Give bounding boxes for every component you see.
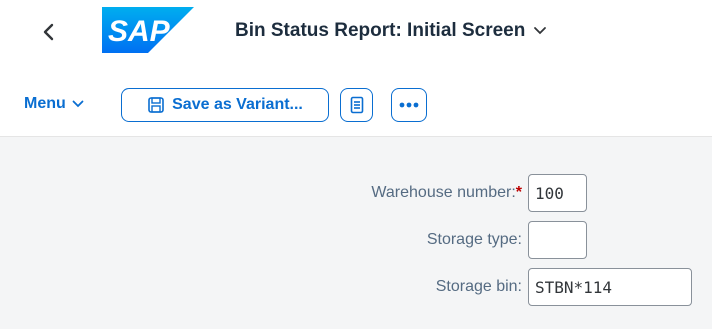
- warehouse-number-label: Warehouse number:*: [371, 184, 522, 201]
- save-as-variant-label: Save as Variant...: [172, 96, 303, 113]
- storage-bin-input[interactable]: STBN*114: [528, 268, 692, 306]
- menu-label: Menu: [24, 95, 66, 112]
- page-title: Bin Status Report: Initial Screen: [235, 20, 526, 41]
- selection-screen: Warehouse number:* 100 Storage type: Sto…: [0, 136, 712, 329]
- toolbar: Menu Save as Variant...: [0, 74, 712, 136]
- shell-header: SAP Bin Status Report: Initial Screen: [0, 0, 712, 74]
- warehouse-number-input[interactable]: 100: [528, 174, 587, 212]
- chevron-left-icon: [43, 23, 54, 41]
- storage-bin-label: Storage bin:: [435, 278, 522, 295]
- document-list-icon: [350, 96, 363, 114]
- menu-button[interactable]: Menu: [24, 95, 84, 113]
- storage-type-input[interactable]: [528, 221, 587, 259]
- required-marker: *: [515, 184, 522, 201]
- overflow-button[interactable]: [391, 88, 427, 122]
- save-icon: [148, 97, 164, 113]
- more-icon: [399, 102, 419, 108]
- sap-logo[interactable]: SAP: [102, 7, 194, 53]
- app-title-dropdown[interactable]: Bin Status Report: Initial Screen: [235, 20, 547, 42]
- chevron-down-icon: [72, 100, 84, 108]
- storage-bin-row: Storage bin: STBN*114: [0, 268, 712, 308]
- chevron-down-icon: [534, 27, 547, 35]
- save-as-variant-button[interactable]: Save as Variant...: [121, 88, 329, 122]
- sap-logo-text: SAP: [108, 15, 171, 48]
- warehouse-number-row: Warehouse number:* 100: [0, 174, 712, 214]
- storage-type-row: Storage type:: [0, 221, 712, 261]
- storage-type-label: Storage type:: [426, 231, 522, 248]
- back-button[interactable]: [36, 17, 62, 47]
- details-button[interactable]: [340, 88, 373, 122]
